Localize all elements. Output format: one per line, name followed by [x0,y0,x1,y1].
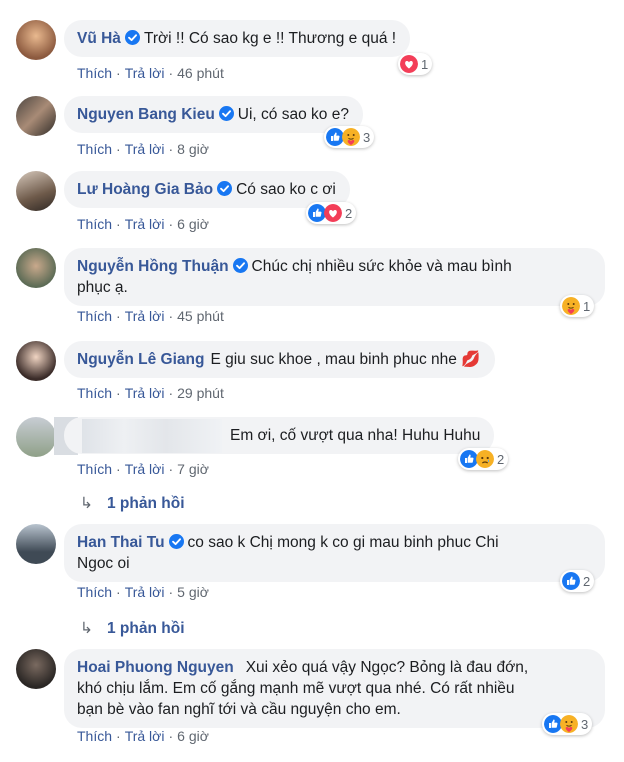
reply-arrow-icon: ↳ [80,495,93,512]
reply-link[interactable]: Trả lời [125,385,165,401]
avatar[interactable] [16,171,56,211]
view-replies-link[interactable]: ↳ 1 phản hồi [80,619,185,638]
comment-text-line-2: Ngoc oi [77,555,130,572]
reply-link[interactable]: Trả lời [125,728,165,744]
like-link[interactable]: Thích [77,461,112,477]
comment-bubble: Nguyễn Lê Giang E giu suc khoe , mau binh… [64,341,495,378]
reply-link[interactable]: Trả lời [125,65,165,81]
reply-link[interactable]: Trả lời [125,216,165,232]
commenter-name[interactable]: Han Thai Tu [77,534,165,551]
reaction-summary[interactable]: 2 [560,570,595,592]
comment-text: Xui xẻo quá vậy Ngọc? Bỏng là đau đớn, [245,659,529,676]
reply-link[interactable]: Trả lời [125,308,165,324]
reaction-summary[interactable]: 3 [542,713,593,735]
verified-icon [217,181,232,196]
commenter-name[interactable]: Nguyễn Hồng Thuận [77,258,229,275]
comment-actions: Thích · Trả lời · 5 giờ [77,584,209,600]
like-link[interactable]: Thích [77,216,112,232]
timestamp[interactable]: 8 giờ [177,141,209,157]
comment-actions: Thích · Trả lời · 6 giờ [77,728,209,744]
avatar[interactable] [16,417,56,457]
love-reaction-icon [324,204,342,222]
timestamp[interactable]: 6 giờ [177,216,209,232]
verified-icon [233,258,248,273]
comment-text: Ui, có sao ko e? [237,106,349,123]
comment-actions: Thích · Trả lời · 7 giờ [77,461,209,477]
commenter-name[interactable]: Nguyễn Lê Giang [77,351,204,368]
comment-text-line-2: phục ạ. [77,279,128,296]
comment-actions: Thích · Trả lời · 29 phút [77,385,224,401]
care-reaction-icon [560,715,578,733]
reaction-summary[interactable]: 2 [458,448,509,470]
timestamp[interactable]: 6 giờ [177,728,209,744]
avatar[interactable] [16,649,56,689]
commenter-name[interactable]: Hoai Phuong Nguyen [77,659,234,676]
timestamp[interactable]: 7 giờ [177,461,209,477]
timestamp[interactable]: 5 giờ [177,584,209,600]
reply-link[interactable]: Trả lời [125,141,165,157]
reaction-summary[interactable]: 1 [560,295,595,317]
reaction-summary[interactable]: 3 [324,126,375,148]
like-link[interactable]: Thích [77,65,112,81]
comment-text: Em ơi, cố vượt qua nha! Huhu Huhu [230,427,481,444]
love-reaction-icon [400,55,418,73]
like-reaction-icon [562,572,580,590]
view-replies-link[interactable]: ↳ 1 phản hồi [80,494,185,513]
comment-text: Trời !! Có sao kg e !! Thương e quá ! [143,30,397,47]
comment-bubble: Nguyễn Hồng Thuận Chúc chị nhiều sức khỏe… [64,248,605,306]
comment-actions: Thích · Trả lời · 6 giờ [77,216,209,232]
like-link[interactable]: Thích [77,308,112,324]
commenter-name[interactable]: Lư Hoàng Gia Bảo [77,181,213,198]
like-link[interactable]: Thích [77,584,112,600]
blurred-name [82,419,222,453]
commenter-name[interactable]: Vũ Hà [77,30,121,47]
comment-bubble: Han Thai Tu co sao k Chị mong k co gi mau… [64,524,605,582]
comment-text-line-2: khó chịu lắm. Em cố gắng mạnh mẽ vượt qu… [77,680,515,697]
sad-reaction-icon [476,450,494,468]
reaction-summary[interactable]: 2 [306,202,357,224]
comment-text: co sao k Chị mong k co gi mau binh phuc … [187,534,499,551]
avatar[interactable] [16,96,56,136]
comment-bubble: Lư Hoàng Gia Bảo Có sao ko c ơi [64,171,350,208]
timestamp[interactable]: 29 phút [177,385,224,401]
like-link[interactable]: Thích [77,728,112,744]
avatar[interactable] [16,20,56,60]
comment-text: E giu suc khoe , mau binh phuc nhe 💋 [210,351,481,368]
avatar[interactable] [16,248,56,288]
reply-link[interactable]: Trả lời [125,584,165,600]
verified-icon [219,106,234,121]
comment-actions: Thích · Trả lời · 8 giờ [77,141,209,157]
avatar[interactable] [16,341,56,381]
comment-actions: Thích · Trả lời · 46 phút [77,65,224,81]
comment-text: Chúc chị nhiều sức khỏe và mau bình [251,258,512,275]
timestamp[interactable]: 45 phút [177,308,224,324]
verified-icon [125,30,140,45]
comment-bubble: Hoai Phuong Nguyen Xui xẻo quá vậy Ngọc? … [64,649,605,728]
like-link[interactable]: Thích [77,141,112,157]
reaction-summary[interactable]: 1 [398,53,433,75]
avatar[interactable] [16,524,56,564]
commenter-name[interactable]: Nguyen Bang Kieu [77,106,215,123]
comment-bubble: Vũ Hà Trời !! Có sao kg e !! Thương e quá… [64,20,411,57]
timestamp[interactable]: 46 phút [177,65,224,81]
comment-text-line-3: bạn bè vào fan nghĩ tới và cầu nguyện ch… [77,701,401,718]
reply-link[interactable]: Trả lời [125,461,165,477]
comment-actions: Thích · Trả lời · 45 phút [77,308,224,324]
comment-text: Có sao ko c ơi [236,181,336,198]
care-reaction-icon [342,128,360,146]
like-link[interactable]: Thích [77,385,112,401]
care-reaction-icon [562,297,580,315]
verified-icon [169,534,184,549]
comment-bubble: Nguyen Bang Kieu Ui, có sao ko e? [64,96,363,133]
reply-arrow-icon: ↳ [80,620,93,637]
